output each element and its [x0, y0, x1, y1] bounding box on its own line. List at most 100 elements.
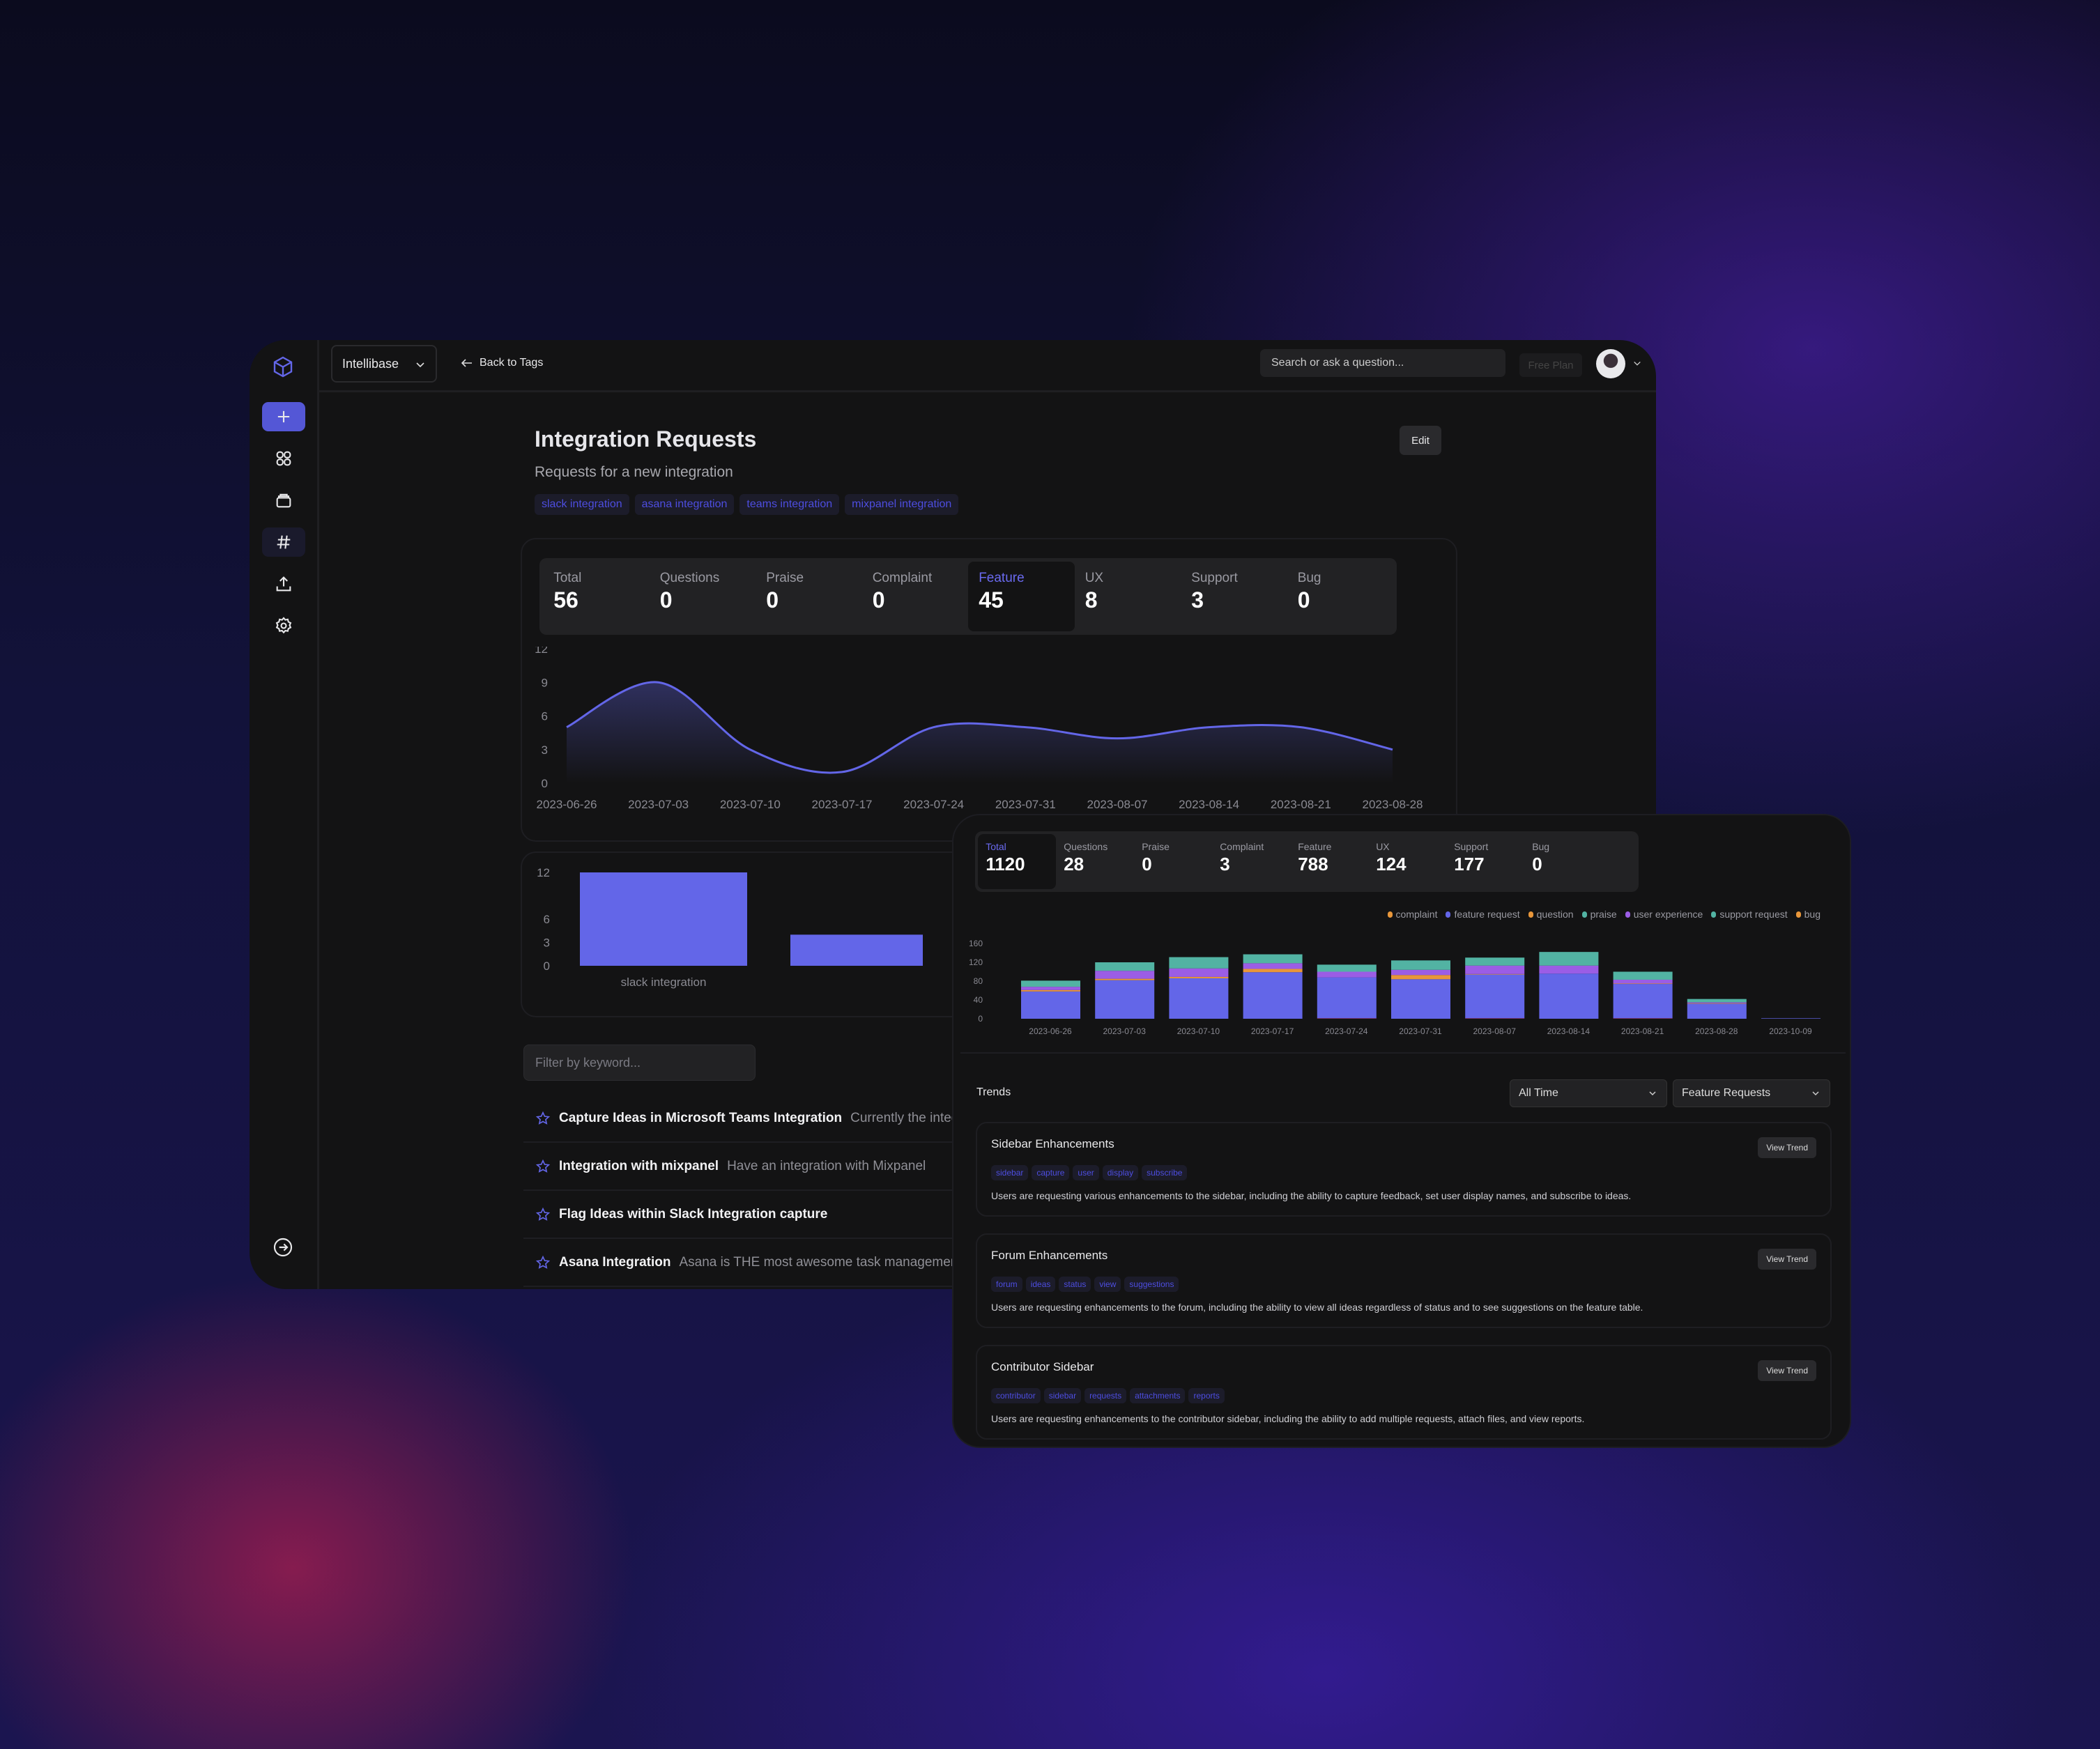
- stat-ux[interactable]: UX 8: [1075, 562, 1181, 631]
- bar-segment-question[interactable]: [1687, 1003, 1747, 1004]
- bar-segment-feature-request[interactable]: [1391, 979, 1450, 1019]
- stat-complaint[interactable]: Complaint 0: [862, 562, 969, 631]
- stat-support[interactable]: Support 3: [1181, 562, 1287, 631]
- bar-segment-user-experience[interactable]: [1021, 987, 1080, 990]
- tag-chip[interactable]: sidebar: [991, 1165, 1029, 1180]
- tag-chip[interactable]: sidebar: [1043, 1388, 1082, 1403]
- stat-questions[interactable]: Questions 28: [1056, 834, 1134, 889]
- tag-chip[interactable]: status: [1059, 1277, 1091, 1292]
- filter-keyword-input[interactable]: Filter by keyword...: [523, 1045, 756, 1081]
- bar-segment-complaint[interactable]: [1317, 1018, 1377, 1019]
- bar-segment-user-experience[interactable]: [1317, 971, 1377, 978]
- tag-chip[interactable]: teams integration: [739, 494, 840, 515]
- stat-complaint[interactable]: Complaint 3: [1212, 834, 1290, 889]
- bar-segment-support-request[interactable]: [1539, 952, 1599, 966]
- workspace-selector[interactable]: Intellibase: [331, 345, 437, 383]
- bar-segment-feature-request[interactable]: [1243, 972, 1303, 1019]
- star-icon[interactable]: [535, 1255, 551, 1270]
- bar-segment-user-experience[interactable]: [1465, 965, 1525, 974]
- bar-segment-feature-request[interactable]: [1169, 978, 1229, 1019]
- star-icon[interactable]: [535, 1159, 551, 1174]
- tag-chip[interactable]: ideas: [1025, 1277, 1056, 1292]
- back-to-tags-link[interactable]: Back to Tags: [460, 357, 543, 369]
- tag-chip[interactable]: asana integration: [634, 494, 735, 515]
- stat-total[interactable]: Total 56: [543, 562, 650, 631]
- bar-segment-support-request[interactable]: [1391, 960, 1450, 970]
- stat-questions[interactable]: Questions 0: [650, 562, 756, 631]
- legend-item[interactable]: praise: [1581, 909, 1617, 920]
- bar-segment-user-experience[interactable]: [1687, 1002, 1747, 1003]
- user-avatar[interactable]: [1596, 349, 1625, 378]
- bar-segment-complaint[interactable]: [1465, 1018, 1525, 1019]
- sidebar-item-dashboard-grid[interactable]: [262, 444, 305, 473]
- logout-arrow-icon[interactable]: [272, 1236, 294, 1258]
- stat-bug[interactable]: Bug 0: [1524, 834, 1602, 889]
- bar-segment-user-experience[interactable]: [1391, 969, 1450, 976]
- intellibase-logo-icon[interactable]: [270, 355, 296, 380]
- tag-chip[interactable]: requests: [1085, 1388, 1127, 1403]
- view-trend-button[interactable]: View Trend: [1758, 1360, 1816, 1381]
- tag-chip[interactable]: slack integration: [535, 494, 629, 515]
- bar-segment-support-request[interactable]: [1243, 954, 1303, 964]
- bar-segment-question[interactable]: [1095, 978, 1155, 980]
- tag-chip[interactable]: reports: [1188, 1388, 1225, 1403]
- chevron-down-icon[interactable]: [1632, 360, 1642, 368]
- tag-chip[interactable]: capture: [1032, 1165, 1070, 1180]
- tag-chip[interactable]: forum: [991, 1277, 1022, 1292]
- bar-segment-support-request[interactable]: [1021, 980, 1080, 987]
- bar-segment-feature-request[interactable]: [1613, 984, 1673, 1019]
- stat-support[interactable]: Support 177: [1446, 834, 1524, 889]
- bar-segment-question[interactable]: [1613, 983, 1673, 985]
- legend-item[interactable]: question: [1528, 909, 1574, 920]
- bar-segment-support-request[interactable]: [1687, 999, 1747, 1003]
- stat-feature[interactable]: Feature 788: [1290, 834, 1368, 889]
- star-icon[interactable]: [535, 1111, 551, 1126]
- view-trend-button[interactable]: View Trend: [1758, 1249, 1816, 1270]
- bar-segment-complaint[interactable]: [1613, 1018, 1673, 1019]
- view-trend-button[interactable]: View Trend: [1758, 1137, 1816, 1158]
- bar-segment-question[interactable]: [1021, 989, 1080, 992]
- bar-segment-user-experience[interactable]: [1539, 965, 1599, 974]
- tag-chip[interactable]: mixpanel integration: [845, 494, 959, 515]
- bar-segment-feature-request[interactable]: [1465, 974, 1525, 1019]
- bar-segment-support-request[interactable]: [1317, 964, 1377, 972]
- legend-item[interactable]: feature request: [1446, 909, 1520, 920]
- star-icon[interactable]: [535, 1207, 551, 1222]
- bar-segment-feature-request[interactable]: [1761, 1018, 1821, 1019]
- trend-type-dropdown[interactable]: Feature Requests: [1673, 1079, 1830, 1107]
- legend-item[interactable]: complaint: [1387, 909, 1437, 920]
- bar-segment-user-experience[interactable]: [1613, 979, 1673, 984]
- bar-segment-user-experience[interactable]: [1243, 963, 1303, 969]
- stat-total[interactable]: Total 1120: [978, 834, 1056, 889]
- stat-praise[interactable]: Praise 0: [756, 562, 862, 631]
- bar[interactable]: [790, 934, 923, 966]
- tag-chip[interactable]: contributor: [991, 1388, 1041, 1403]
- bar-segment-question[interactable]: [1243, 969, 1303, 973]
- bar-segment-feature-request[interactable]: [1317, 977, 1377, 1019]
- bar-segment-support-request[interactable]: [1169, 957, 1229, 969]
- stat-praise[interactable]: Praise 0: [1134, 834, 1212, 889]
- legend-item[interactable]: user experience: [1625, 909, 1703, 920]
- bar-segment-support-request[interactable]: [1613, 971, 1673, 980]
- legend-item[interactable]: bug: [1795, 909, 1821, 920]
- stat-feature[interactable]: Feature 45: [968, 562, 1075, 631]
- sidebar-item-hash-tag[interactable]: [262, 527, 305, 557]
- plan-badge[interactable]: Free Plan: [1519, 353, 1582, 377]
- tag-chip[interactable]: view: [1094, 1277, 1121, 1292]
- time-range-dropdown[interactable]: All Time: [1510, 1079, 1667, 1107]
- bar-segment-support-request[interactable]: [1465, 957, 1525, 966]
- sidebar-item-inbox-stack[interactable]: [262, 486, 305, 515]
- bar-segment-user-experience[interactable]: [1169, 968, 1229, 977]
- tag-chip[interactable]: user: [1073, 1165, 1099, 1180]
- tag-chip[interactable]: display: [1102, 1165, 1139, 1180]
- bar-segment-feature-request[interactable]: [1095, 980, 1155, 1019]
- bar[interactable]: [580, 872, 747, 966]
- legend-item[interactable]: support request: [1711, 909, 1788, 920]
- tag-chip[interactable]: subscribe: [1142, 1165, 1188, 1180]
- sidebar-item-plus[interactable]: [262, 402, 305, 431]
- bar-segment-question[interactable]: [1391, 975, 1450, 980]
- tag-chip[interactable]: attachments: [1130, 1388, 1186, 1403]
- bar-segment-support-request[interactable]: [1095, 962, 1155, 971]
- sidebar-item-upload[interactable]: [262, 569, 305, 599]
- bar-segment-user-experience[interactable]: [1095, 971, 1155, 979]
